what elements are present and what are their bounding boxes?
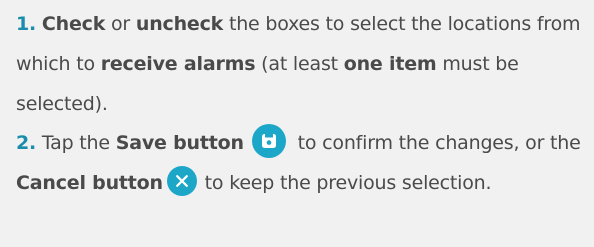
- save-icon: [251, 123, 286, 158]
- save-button-text: Save button: [115, 132, 244, 155]
- uncheck-text: uncheck: [135, 13, 224, 35]
- step-2-text-a: to confirm the changes, or the: [291, 132, 581, 155]
- one-item-text: one item: [343, 52, 437, 75]
- step-2-number: 2.: [16, 132, 37, 155]
- cancel-button-text: Cancel button: [16, 172, 163, 195]
- receive-alarms-text: receive alarms: [100, 52, 256, 75]
- step-1-text-b: (at least: [255, 52, 344, 75]
- step-2-text-b: to keep the previous selection.: [198, 172, 492, 195]
- step-1-number: 1.: [16, 13, 37, 35]
- step-2: 2. Tap the Save button to confirm the ch…: [16, 123, 586, 204]
- check-text: Check: [41, 13, 106, 35]
- close-icon: [166, 165, 197, 196]
- tap-text: Tap the: [36, 132, 116, 155]
- instructions: 1. Check or uncheck the boxes to select …: [16, 5, 586, 204]
- or-text: or: [105, 13, 136, 35]
- step-1: 1. Check or uncheck the boxes to select …: [16, 5, 586, 124]
